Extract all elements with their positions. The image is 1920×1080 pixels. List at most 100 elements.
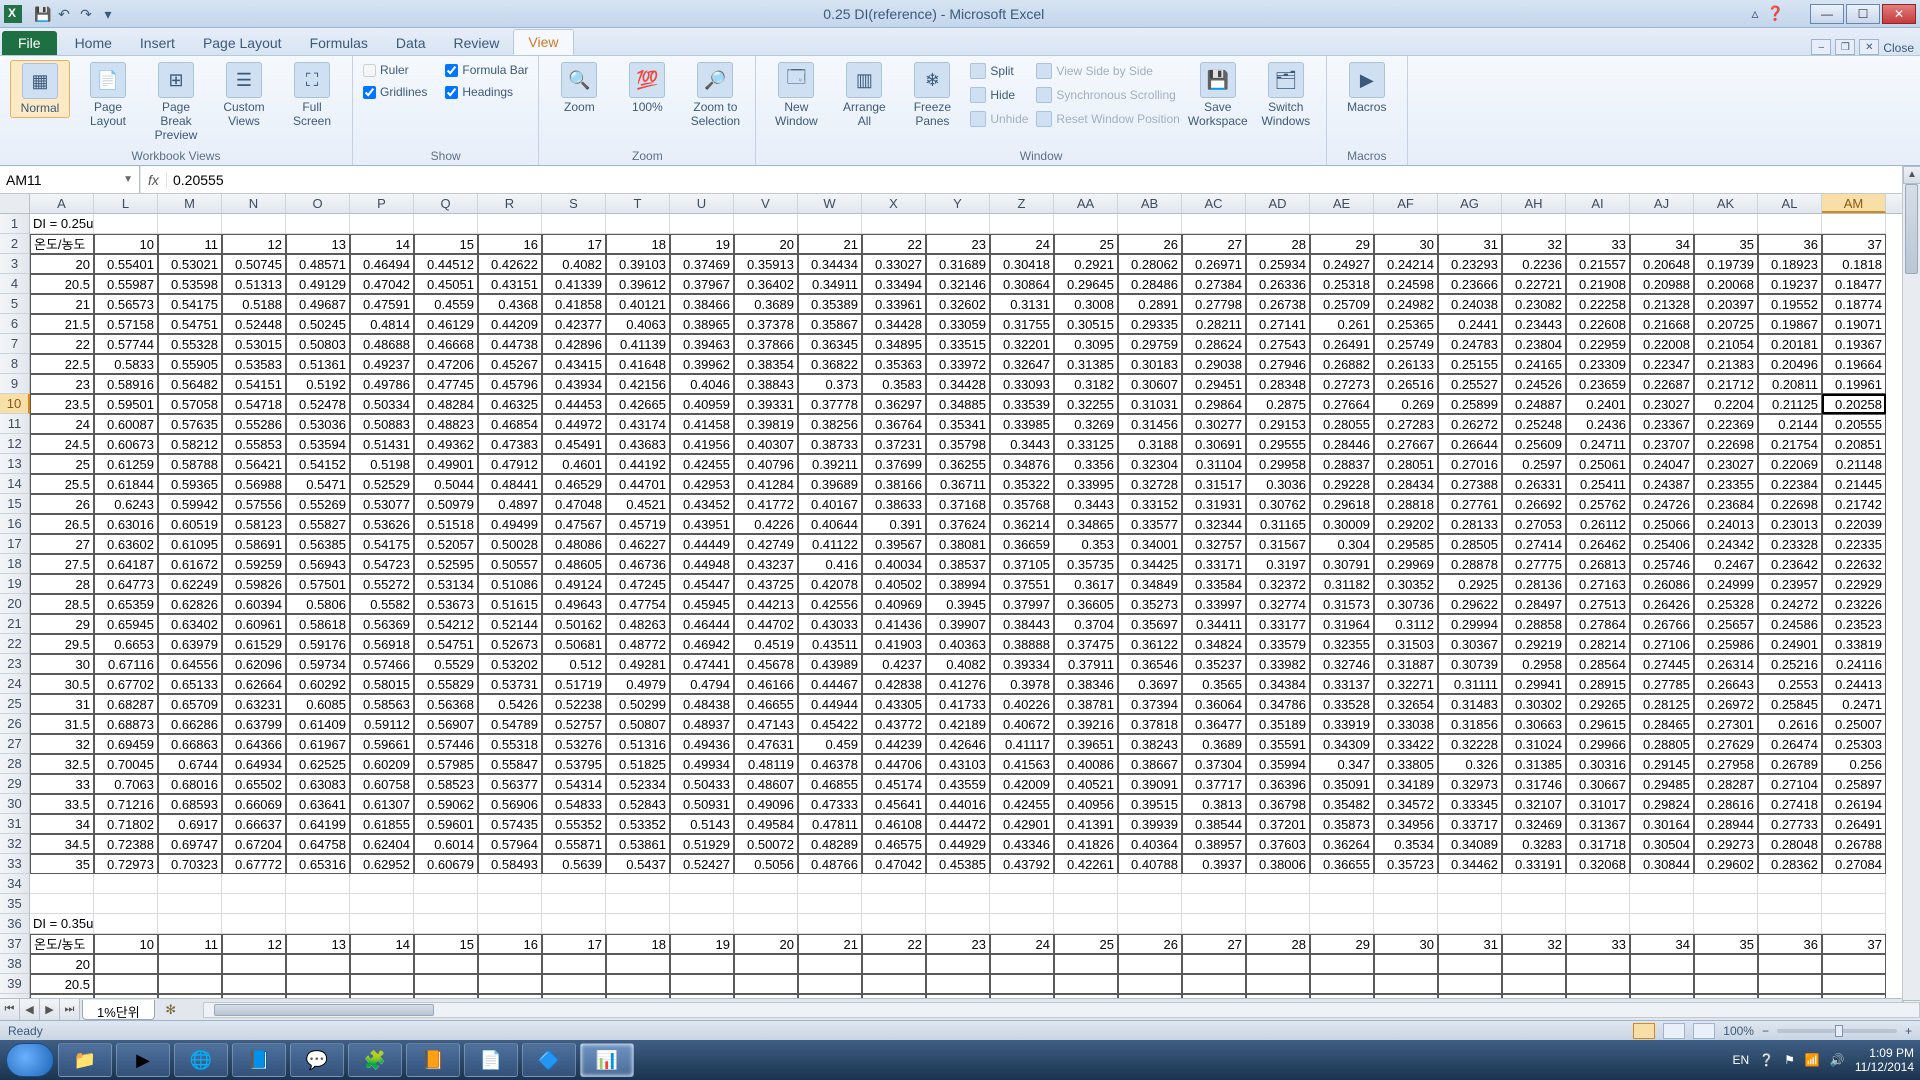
- cell[interactable]: 0.40307: [734, 434, 798, 454]
- cell[interactable]: 0.60292: [286, 674, 350, 694]
- row-header-34[interactable]: 34: [0, 874, 30, 894]
- cell[interactable]: 0.58788: [158, 454, 222, 474]
- cell[interactable]: [222, 874, 286, 894]
- cell[interactable]: [798, 874, 862, 894]
- cell[interactable]: 0.39211: [798, 454, 862, 474]
- cell[interactable]: 0.26813: [1566, 554, 1630, 574]
- cell[interactable]: 0.33985: [990, 414, 1054, 434]
- cell[interactable]: [542, 994, 606, 998]
- cell[interactable]: 0.50245: [286, 314, 350, 334]
- cell[interactable]: [1310, 954, 1374, 974]
- cell[interactable]: [286, 894, 350, 914]
- cell[interactable]: 0.63979: [158, 634, 222, 654]
- cell[interactable]: [1566, 994, 1630, 998]
- cell[interactable]: 0.48607: [734, 774, 798, 794]
- cell[interactable]: 0.43511: [798, 634, 862, 654]
- cell[interactable]: 0.44944: [798, 694, 862, 714]
- cell[interactable]: 0.50803: [286, 334, 350, 354]
- cell[interactable]: 0.34189: [1374, 774, 1438, 794]
- cell[interactable]: 0.30739: [1438, 654, 1502, 674]
- cell[interactable]: 0.47042: [862, 854, 926, 874]
- cell[interactable]: 0.47383: [478, 434, 542, 454]
- cell[interactable]: 0.43559: [926, 774, 990, 794]
- cell[interactable]: 0.47042: [350, 274, 414, 294]
- cell[interactable]: [94, 894, 158, 914]
- row-header-9[interactable]: 9: [0, 374, 30, 394]
- cell[interactable]: [286, 214, 350, 234]
- cell[interactable]: 0.65502: [222, 774, 286, 794]
- cell[interactable]: 0.33717: [1438, 814, 1502, 834]
- cell[interactable]: 0.50931: [670, 794, 734, 814]
- cell[interactable]: 14: [350, 234, 414, 254]
- cell[interactable]: 0.23328: [1758, 534, 1822, 554]
- cell[interactable]: 0.23027: [1694, 454, 1758, 474]
- cell[interactable]: 33.5: [30, 794, 94, 814]
- cell[interactable]: [1694, 914, 1758, 934]
- col-header-AJ[interactable]: AJ: [1630, 194, 1694, 213]
- cell[interactable]: 0.60519: [158, 514, 222, 534]
- cell[interactable]: 0.26789: [1758, 754, 1822, 774]
- cell[interactable]: [606, 994, 670, 998]
- cell[interactable]: 0.5198: [350, 454, 414, 474]
- cell[interactable]: 0.60394: [222, 594, 286, 614]
- cell[interactable]: 0.33171: [1182, 554, 1246, 574]
- tab-page-layout[interactable]: Page Layout: [189, 31, 296, 55]
- cell[interactable]: 0.39331: [734, 394, 798, 414]
- cell[interactable]: 0.44016: [926, 794, 990, 814]
- cell[interactable]: 0.22959: [1566, 334, 1630, 354]
- cell[interactable]: [414, 954, 478, 974]
- cell[interactable]: 0.44929: [926, 834, 990, 854]
- cell[interactable]: 0.34309: [1310, 734, 1374, 754]
- cell[interactable]: 0.25318: [1310, 274, 1374, 294]
- cell[interactable]: 0.56906: [478, 794, 542, 814]
- cell[interactable]: 0.19664: [1822, 354, 1886, 374]
- cell[interactable]: 0.48438: [670, 694, 734, 714]
- cell[interactable]: 0.47441: [670, 654, 734, 674]
- cell[interactable]: 0.24214: [1374, 254, 1438, 274]
- cell[interactable]: 14: [350, 934, 414, 954]
- cell[interactable]: 0.25216: [1758, 654, 1822, 674]
- row-header-20[interactable]: 20: [0, 594, 30, 614]
- cell[interactable]: 0.47591: [350, 294, 414, 314]
- cell[interactable]: 0.60209: [350, 754, 414, 774]
- cell[interactable]: 26: [1118, 934, 1182, 954]
- cell[interactable]: 0.72973: [94, 854, 158, 874]
- cell[interactable]: 0.23355: [1694, 474, 1758, 494]
- cell[interactable]: 0.46575: [862, 834, 926, 854]
- cell[interactable]: 0.61967: [286, 734, 350, 754]
- cell[interactable]: DI = 0.35uS: [30, 914, 94, 934]
- view-page-break-icon[interactable]: [1693, 1023, 1715, 1039]
- cell[interactable]: 0.59601: [414, 814, 478, 834]
- cell[interactable]: [1246, 974, 1310, 994]
- cell[interactable]: 0.55401: [94, 254, 158, 274]
- cell[interactable]: 0.38957: [1182, 834, 1246, 854]
- cell[interactable]: 0.29824: [1630, 794, 1694, 814]
- cell[interactable]: [1310, 994, 1374, 998]
- save-workspace-button[interactable]: 💾SaveWorkspace: [1188, 60, 1248, 130]
- cell[interactable]: 0.56377: [478, 774, 542, 794]
- cell[interactable]: 0.33995: [1054, 474, 1118, 494]
- cell[interactable]: [1374, 994, 1438, 998]
- cell[interactable]: [350, 954, 414, 974]
- cell[interactable]: 0.70045: [94, 754, 158, 774]
- cell[interactable]: 0.21742: [1822, 494, 1886, 514]
- cell[interactable]: [1694, 954, 1758, 974]
- cell[interactable]: [222, 914, 286, 934]
- cell[interactable]: 0.55286: [222, 414, 286, 434]
- cell[interactable]: 0.40086: [1054, 754, 1118, 774]
- cell[interactable]: [542, 874, 606, 894]
- cell[interactable]: 0.23082: [1502, 294, 1566, 314]
- cell[interactable]: 0.40959: [670, 394, 734, 414]
- cell[interactable]: 0.35363: [862, 354, 926, 374]
- cell[interactable]: 0.45641: [862, 794, 926, 814]
- cell[interactable]: 0.48772: [606, 634, 670, 654]
- cell[interactable]: [1182, 894, 1246, 914]
- cell[interactable]: 0.46325: [478, 394, 542, 414]
- cell[interactable]: 0.50433: [670, 774, 734, 794]
- cell[interactable]: 0.66863: [158, 734, 222, 754]
- minimize-button[interactable]: —: [1810, 4, 1844, 24]
- cell[interactable]: 0.53202: [478, 654, 542, 674]
- cell[interactable]: 0.20496: [1758, 354, 1822, 374]
- cell[interactable]: 0.3689: [734, 294, 798, 314]
- cell[interactable]: 0.35768: [990, 494, 1054, 514]
